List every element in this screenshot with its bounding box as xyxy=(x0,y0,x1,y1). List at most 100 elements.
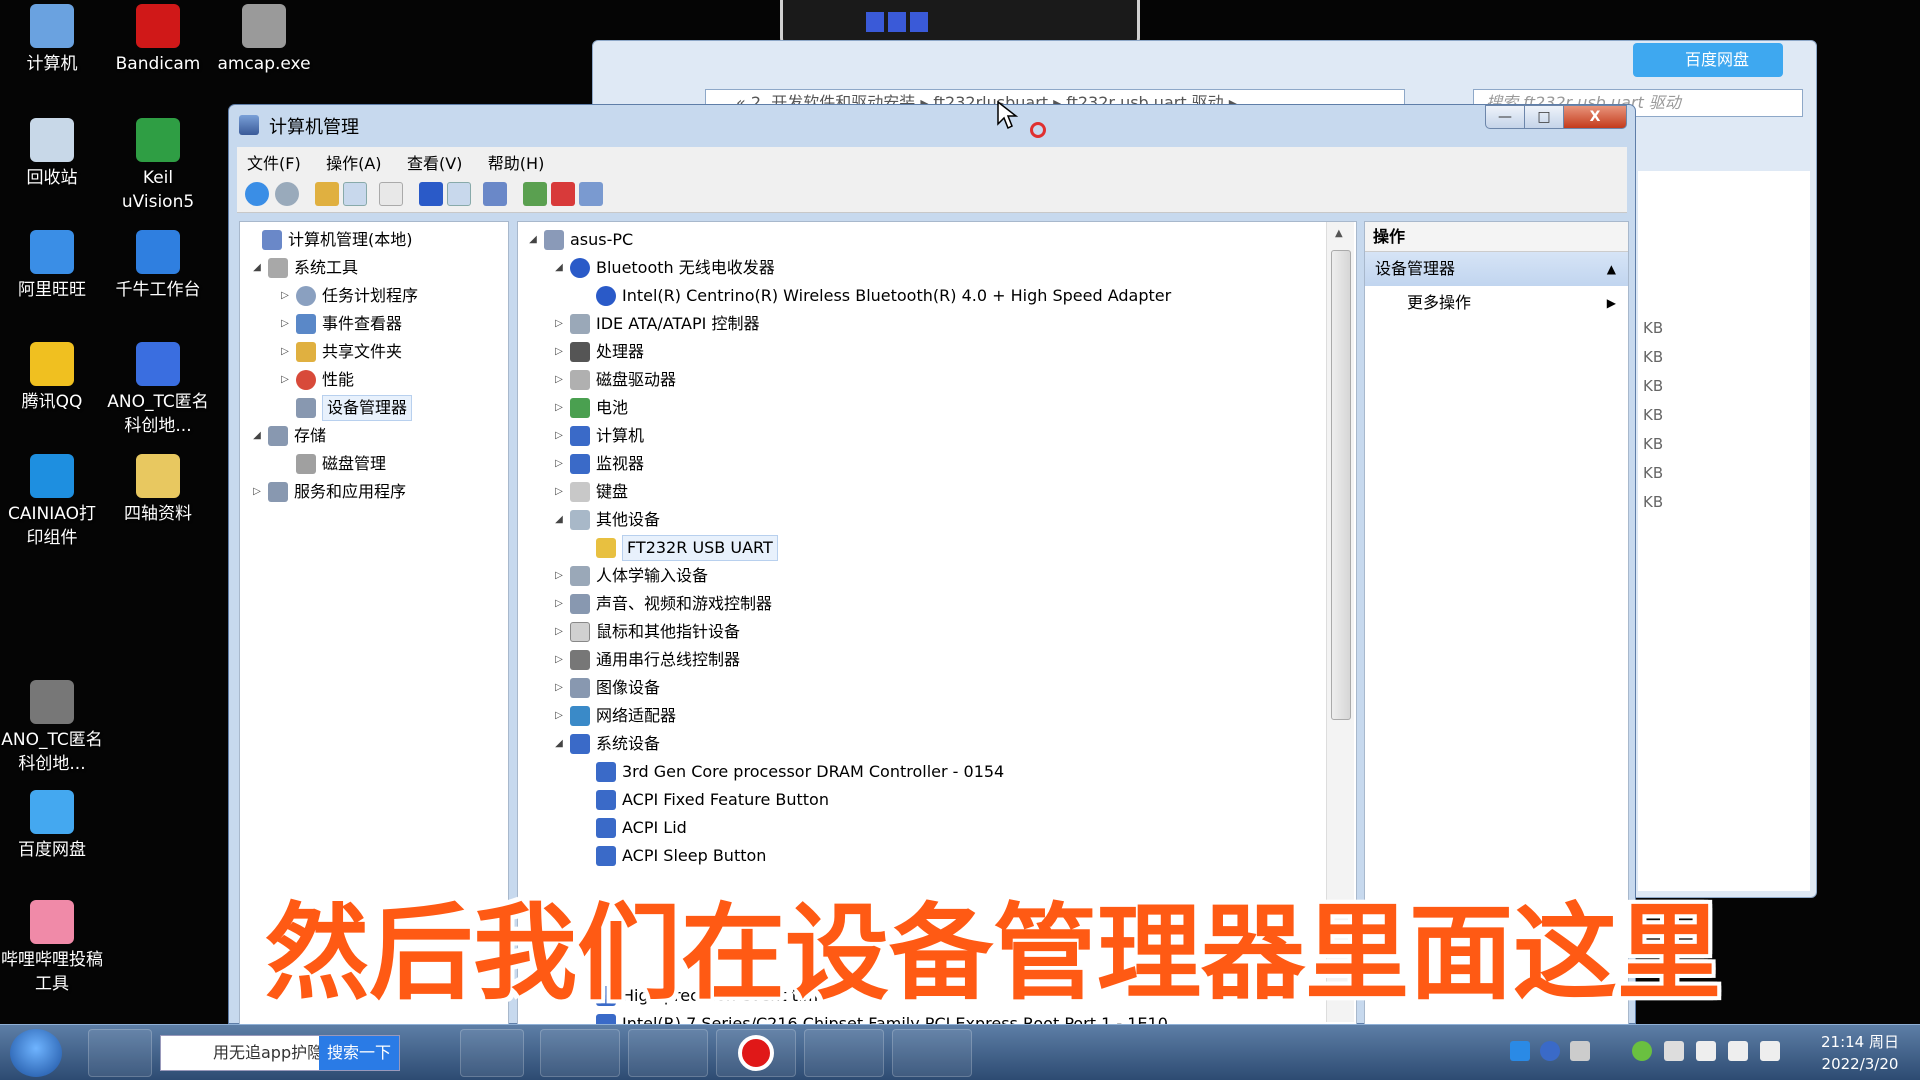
usb-tray-icon[interactable] xyxy=(1664,1041,1684,1061)
scrollbar-thumb[interactable] xyxy=(1331,250,1351,720)
tree-item-storage[interactable]: ◢ 存储 xyxy=(250,422,326,450)
device-item[interactable]: ACPI Lid xyxy=(596,814,687,842)
explorer-file-list[interactable] xyxy=(1638,171,1810,891)
properties-icon[interactable] xyxy=(379,182,403,206)
tree-item-event-viewer[interactable]: ▷ 事件查看器 xyxy=(278,310,402,338)
desktop-icon[interactable]: Bandicam xyxy=(106,4,210,76)
tree-item-performance[interactable]: ▷ 性能 xyxy=(278,366,354,394)
tree-item-system-tools[interactable]: ◢ 系统工具 xyxy=(250,254,358,282)
collapse-arrow-icon[interactable]: ◢ xyxy=(552,254,566,282)
enable-device-icon[interactable] xyxy=(579,182,603,206)
baidu-cloud-button[interactable]: 百度网盘 xyxy=(1633,43,1783,77)
desktop-icon[interactable]: CAINIAO打印组件 xyxy=(0,454,104,550)
tree-item-shared-folders[interactable]: ▷ 共享文件夹 xyxy=(278,338,402,366)
device-category-imaging[interactable]: ▷ 图像设备 xyxy=(552,674,660,702)
start-button[interactable] xyxy=(10,1029,62,1077)
device-category-bluetooth[interactable]: ◢ Bluetooth 无线电收发器 xyxy=(552,254,775,282)
menu-view[interactable]: 查看(V) xyxy=(397,147,472,177)
taskbar-search-input[interactable]: 用无追app护隐私 搜索一下 xyxy=(160,1035,400,1071)
device-item[interactable]: 3rd Gen Core processor DRAM Controller -… xyxy=(596,758,1004,786)
menu-file[interactable]: 文件(F) xyxy=(237,147,311,177)
expand-arrow-icon[interactable]: ▷ xyxy=(552,590,566,618)
expand-arrow-icon[interactable]: ▷ xyxy=(278,282,292,310)
collapse-arrow-icon[interactable]: ◢ xyxy=(552,506,566,534)
minimize-button[interactable]: — xyxy=(1485,105,1525,129)
desktop-icon[interactable]: 哔哩哔哩投稿工具 xyxy=(0,900,104,996)
expand-arrow-icon[interactable]: ▷ xyxy=(552,674,566,702)
taskbar-app-icon[interactable] xyxy=(88,1029,152,1077)
window-titlebar[interactable]: 计算机管理 — □ X xyxy=(229,105,1635,145)
desktop-icon[interactable]: 百度网盘 xyxy=(0,790,104,862)
expand-arrow-icon[interactable]: ▷ xyxy=(552,702,566,730)
expand-arrow-icon[interactable]: ▷ xyxy=(250,478,264,506)
desktop-icon[interactable]: 腾讯QQ xyxy=(0,342,104,414)
device-category-usb[interactable]: ▷ 通用串行总线控制器 xyxy=(552,646,740,674)
collapse-arrow-icon[interactable]: ◢ xyxy=(552,730,566,758)
calculator-icon[interactable] xyxy=(460,1029,524,1077)
wifi-tray-icon[interactable] xyxy=(1696,1041,1716,1061)
expand-arrow-icon[interactable]: ▷ xyxy=(278,338,292,366)
forward-icon[interactable] xyxy=(275,182,299,206)
collapse-arrow-icon[interactable]: ◢ xyxy=(250,254,264,282)
qq-tray-icon[interactable] xyxy=(1510,1041,1530,1061)
expand-arrow-icon[interactable]: ▷ xyxy=(552,478,566,506)
device-category-mouse[interactable]: ▷ 鼠标和其他指针设备 xyxy=(552,618,740,646)
taskbar-clock[interactable]: 21:14 周日 2022/3/20 xyxy=(1800,1031,1920,1075)
flag-tray-icon[interactable] xyxy=(1760,1041,1780,1061)
expand-arrow-icon[interactable]: ▷ xyxy=(552,618,566,646)
explorer-folder-icon[interactable] xyxy=(892,1029,972,1077)
expand-arrow-icon[interactable]: ▷ xyxy=(552,646,566,674)
back-icon[interactable] xyxy=(245,182,269,206)
device-item[interactable]: Intel(R) Centrino(R) Wireless Bluetooth(… xyxy=(596,282,1171,310)
expand-arrow-icon[interactable]: ▷ xyxy=(552,562,566,590)
actions-device-manager[interactable]: 设备管理器 ▲ xyxy=(1365,252,1628,286)
tree-item-disk-management[interactable]: 磁盘管理 xyxy=(296,450,386,478)
device-category-other[interactable]: ◢ 其他设备 xyxy=(552,506,660,534)
tree-item-device-manager[interactable]: 设备管理器 xyxy=(296,394,413,422)
expand-arrow-icon[interactable]: ▷ xyxy=(552,310,566,338)
maximize-button[interactable]: □ xyxy=(1524,105,1564,129)
desktop-icon[interactable]: amcap.exe xyxy=(212,4,316,76)
desktop-icon[interactable]: Keil uVision5 xyxy=(106,118,210,214)
device-category-processor[interactable]: ▷ 处理器 xyxy=(552,338,644,366)
desktop-icon[interactable]: 回收站 xyxy=(0,118,104,190)
expand-arrow-icon[interactable]: ▷ xyxy=(552,450,566,478)
expand-arrow-icon[interactable]: ▷ xyxy=(552,422,566,450)
menu-help[interactable]: 帮助(H) xyxy=(478,147,555,177)
help-icon[interactable] xyxy=(419,182,443,206)
security-tray-icon[interactable] xyxy=(1632,1041,1652,1061)
show-tree-icon[interactable] xyxy=(343,182,367,206)
device-category-network[interactable]: ▷ 网络适配器 xyxy=(552,702,676,730)
desktop-icon[interactable]: ANO_TC匿名科创地... xyxy=(106,342,210,438)
device-category-computer[interactable]: ▷ 计算机 xyxy=(552,422,644,450)
network-tray-icon[interactable] xyxy=(1570,1041,1590,1061)
device-node-computer[interactable]: ◢ asus-PC xyxy=(526,226,633,254)
desktop-icon[interactable]: 阿里旺旺 xyxy=(0,230,104,302)
desktop-icon[interactable]: 计算机 xyxy=(0,4,104,76)
device-category-battery[interactable]: ▷ 电池 xyxy=(552,394,628,422)
tree-item-services-apps[interactable]: ▷ 服务和应用程序 xyxy=(250,478,406,506)
desktop-icon[interactable]: 四轴资料 xyxy=(106,454,210,526)
taskbar-search-button[interactable]: 搜索一下 xyxy=(319,1036,399,1070)
scan-hardware-icon[interactable] xyxy=(483,182,507,206)
device-category-ide[interactable]: ▷ IDE ATA/ATAPI 控制器 xyxy=(552,310,759,338)
action-pane-icon[interactable] xyxy=(447,182,471,206)
bandicam-icon[interactable] xyxy=(716,1029,796,1077)
actions-more[interactable]: 更多操作 ▶ xyxy=(1365,286,1628,320)
computer-management-taskbar-icon[interactable] xyxy=(804,1029,884,1077)
device-category-disk[interactable]: ▷ 磁盘驱动器 xyxy=(552,366,676,394)
device-item-ft232r[interactable]: FT232R USB UART xyxy=(596,534,778,562)
tree-item-task-scheduler[interactable]: ▷ 任务计划程序 xyxy=(278,282,418,310)
collapse-up-icon[interactable]: ▲ xyxy=(1607,252,1616,286)
desktop-icon[interactable]: 千牛工作台 xyxy=(106,230,210,302)
device-category-hid[interactable]: ▷ 人体学输入设备 xyxy=(552,562,708,590)
collapse-arrow-icon[interactable]: ◢ xyxy=(526,226,540,254)
device-item[interactable]: ACPI Fixed Feature Button xyxy=(596,786,829,814)
collapse-arrow-icon[interactable]: ◢ xyxy=(250,422,264,450)
device-category-system[interactable]: ◢ 系统设备 xyxy=(552,730,660,758)
uninstall-device-icon[interactable] xyxy=(551,182,575,206)
amcap-icon[interactable] xyxy=(540,1029,620,1077)
device-category-monitor[interactable]: ▷ 监视器 xyxy=(552,450,644,478)
expand-arrow-icon[interactable]: ▷ xyxy=(278,366,292,394)
device-category-keyboard[interactable]: ▷ 键盘 xyxy=(552,478,628,506)
